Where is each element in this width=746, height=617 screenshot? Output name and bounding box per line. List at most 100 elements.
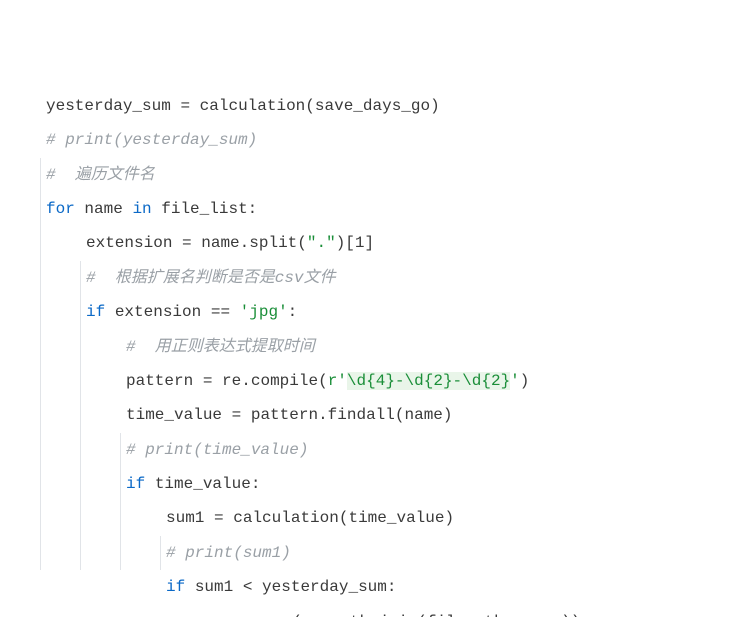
code-token-punct: .	[321, 613, 331, 617]
code-token-regex-esc: \d{4}	[347, 372, 395, 390]
code-token-punct	[171, 97, 181, 115]
code-token-ident: path	[331, 613, 369, 617]
code-token-punct: :	[248, 200, 258, 218]
code-line: if extension == 'jpg':	[46, 295, 746, 329]
code-token-ident: 1	[355, 234, 365, 252]
code-token-keyword: for	[46, 200, 75, 218]
code-token-comment: # 根据扩展名判断是否是csv文件	[86, 269, 336, 287]
code-token-punct: :	[387, 578, 397, 596]
code-token-keyword: if	[126, 475, 145, 493]
code-token-op: =	[180, 97, 190, 115]
code-line: if time_value:	[46, 467, 746, 501]
code-token-punct	[190, 97, 200, 115]
code-token-ident: name	[405, 406, 443, 424]
code-token-func: remove	[235, 613, 293, 617]
code-token-comment: # print(sum1)	[166, 544, 291, 562]
code-token-punct: .	[225, 613, 235, 617]
code-token-regex-plain: -	[453, 372, 463, 390]
code-token-regex-close: '	[510, 372, 520, 390]
code-token-string: 'jpg'	[240, 303, 288, 321]
code-token-ident: name	[523, 613, 561, 617]
code-block: yesterday_sum = calculation(save_days_go…	[0, 0, 746, 617]
code-token-regex-esc: \d{2}	[405, 372, 453, 390]
code-token-punct: ]	[365, 234, 375, 252]
code-token-punct	[145, 475, 155, 493]
code-token-func: calculation	[200, 97, 306, 115]
code-token-op: =	[214, 509, 224, 527]
code-token-ident: save_days_go	[315, 97, 430, 115]
code-token-punct	[230, 303, 240, 321]
code-token-punct: ))	[561, 613, 580, 617]
code-token-punct: .	[318, 406, 328, 424]
code-token-ident: time_value	[348, 509, 444, 527]
code-token-punct: (	[297, 234, 307, 252]
code-token-ident: time_value	[126, 406, 222, 424]
code-token-punct	[224, 509, 234, 527]
code-token-string: "."	[307, 234, 336, 252]
code-line: yesterday_sum = calculation(save_days_go…	[46, 89, 746, 123]
code-token-keyword: if	[86, 303, 105, 321]
code-token-func: join	[379, 613, 417, 617]
code-token-ident: re	[222, 372, 241, 390]
code-token-punct: )	[444, 509, 454, 527]
code-token-ident: pattern	[251, 406, 318, 424]
code-token-punct	[123, 200, 133, 218]
code-token-ident: yesterday_sum	[46, 97, 171, 115]
code-token-ident: name	[84, 200, 122, 218]
code-token-op: =	[232, 406, 242, 424]
code-line: # print(yesterday_sum)	[46, 123, 746, 157]
code-line: time_value = pattern.findall(name)	[46, 398, 746, 432]
code-token-punct	[204, 509, 214, 527]
code-line: # 根据扩展名判断是否是csv文件	[46, 261, 746, 295]
code-token-comment: # 遍历文件名	[46, 166, 155, 184]
code-token-func: compile	[251, 372, 318, 390]
code-token-punct: (	[417, 613, 427, 617]
code-token-punct	[233, 578, 243, 596]
code-token-punct	[193, 372, 203, 390]
code-token-punct	[185, 578, 195, 596]
code-token-keyword: if	[166, 578, 185, 596]
code-token-punct: )	[520, 372, 530, 390]
code-token-punct: .	[369, 613, 379, 617]
code-token-op: ==	[211, 303, 230, 321]
code-token-ident: os	[302, 613, 321, 617]
code-line: extension = name.split(".")[1]	[46, 226, 746, 260]
code-line: for name in file_list:	[46, 192, 746, 226]
code-token-punct: .	[240, 234, 250, 252]
code-line: # print(sum1)	[46, 536, 746, 570]
code-token-ident: extension	[86, 234, 172, 252]
code-token-punct: (	[395, 406, 405, 424]
code-token-punct	[201, 303, 211, 321]
code-token-regex-esc: \d{2}	[462, 372, 510, 390]
code-token-comment: # 用正则表达式提取时间	[126, 338, 315, 356]
code-line: # 遍历文件名	[46, 158, 746, 192]
code-token-punct	[152, 200, 162, 218]
code-token-punct	[212, 372, 222, 390]
code-token-punct: (	[305, 97, 315, 115]
code-token-ident: time_value	[155, 475, 251, 493]
code-token-punct: :	[288, 303, 298, 321]
code-token-regex-open: '	[337, 372, 347, 390]
code-token-op: =	[182, 234, 192, 252]
code-token-punct: :	[251, 475, 261, 493]
code-token-punct: )	[443, 406, 453, 424]
code-token-regex-prefix: r	[328, 372, 338, 390]
code-token-ident: filepath	[427, 613, 504, 617]
code-token-op: <	[243, 578, 253, 596]
code-line: sum1 = calculation(time_value)	[46, 501, 746, 535]
code-token-punct: (	[318, 372, 328, 390]
code-token-punct	[105, 303, 115, 321]
code-token-punct: (	[292, 613, 302, 617]
code-token-ident: sum1	[166, 509, 204, 527]
code-token-punct	[252, 578, 262, 596]
code-token-ident: yesterday_sum	[262, 578, 387, 596]
code-token-ident: name	[201, 234, 239, 252]
code-token-punct: ,	[504, 613, 523, 617]
code-line: # 用正则表达式提取时间	[46, 330, 746, 364]
code-token-punct	[172, 234, 182, 252]
code-line: os.remove(os.path.join(filepath, name))	[46, 605, 746, 617]
code-token-regex-plain: -	[395, 372, 405, 390]
code-token-op: =	[203, 372, 213, 390]
code-token-ident: os	[206, 613, 225, 617]
indent-guide	[40, 158, 41, 571]
